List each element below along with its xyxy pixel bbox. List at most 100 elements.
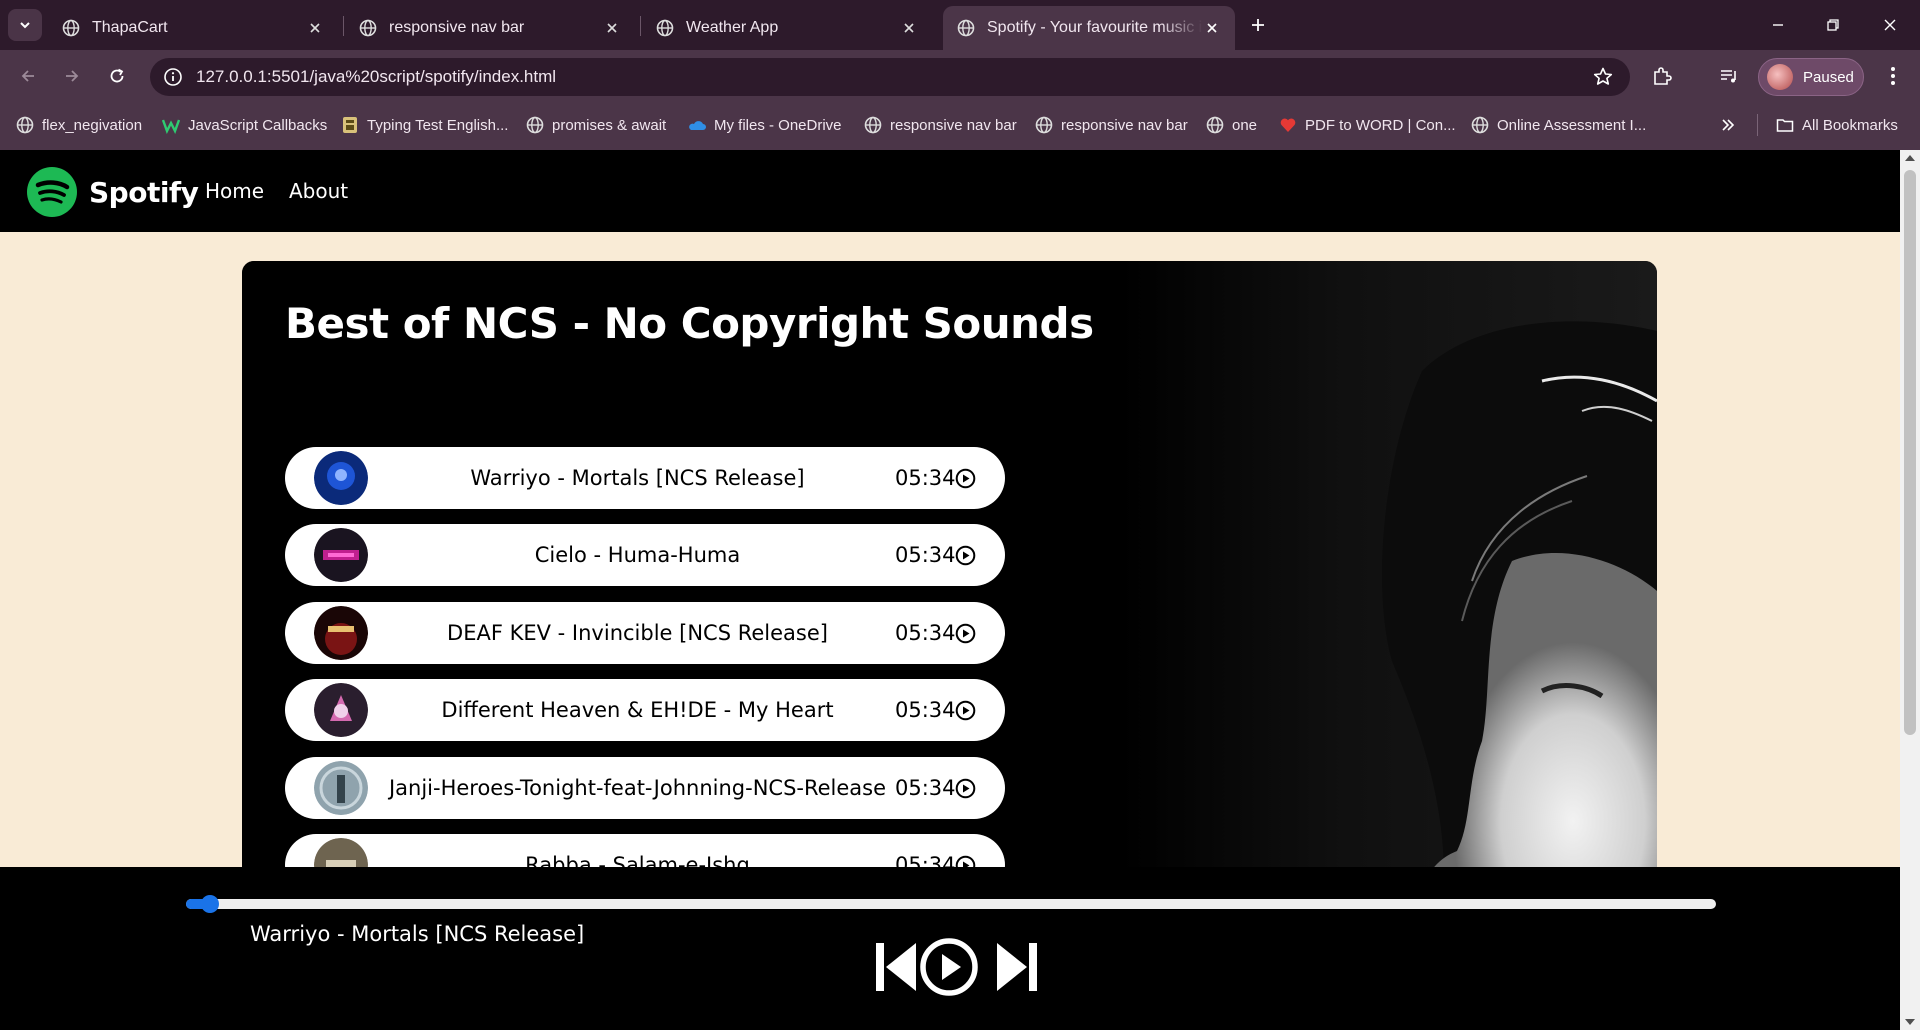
- extensions-button[interactable]: [1649, 63, 1675, 89]
- typing-test-icon: [343, 117, 357, 133]
- play-button-icon[interactable]: [919, 937, 979, 997]
- heart-icon: [1280, 118, 1296, 132]
- bookmark-item[interactable]: JavaScript Callbacks: [162, 100, 327, 150]
- tab-spotify[interactable]: Spotify - Your favourite music is here: [943, 6, 1235, 50]
- close-window-button[interactable]: [1877, 12, 1903, 38]
- reload-button[interactable]: [104, 63, 130, 89]
- onedrive-icon: [689, 121, 706, 130]
- scroll-down-arrow[interactable]: [1905, 1019, 1915, 1025]
- close-icon[interactable]: [306, 19, 324, 37]
- song-name: DEAF KEV - Invincible [NCS Release]: [447, 621, 828, 645]
- restore-icon: [1827, 19, 1839, 31]
- song-item[interactable]: Janji-Heroes-Tonight-feat-Johnning-NCS-R…: [285, 757, 1005, 819]
- browser-toolbar: 127.0.0.1:5501/java%20script/spotify/ind…: [0, 50, 1920, 100]
- bookmark-label: one: [1232, 116, 1258, 134]
- bookmark-item[interactable]: My files - OneDrive: [688, 100, 842, 150]
- url-text[interactable]: 127.0.0.1:5501/java%20script/spotify/ind…: [196, 58, 556, 96]
- plus-icon: [1252, 19, 1264, 31]
- bookmark-label: Online Assessment I...: [1497, 116, 1647, 134]
- play-circle-icon[interactable]: [955, 468, 976, 489]
- profile-button[interactable]: Paused: [1758, 58, 1864, 96]
- browser-menu-button[interactable]: [1880, 63, 1906, 89]
- song-item[interactable]: Warriyo - Mortals [NCS Release] 05:34: [285, 447, 1005, 509]
- tab-weather-app[interactable]: Weather App: [642, 6, 932, 50]
- bookmark-item[interactable]: one: [1206, 100, 1257, 150]
- bookmark-item[interactable]: PDF to WORD | Con...: [1279, 100, 1456, 150]
- arrow-right-icon: [66, 70, 79, 82]
- song-name: Warriyo - Mortals [NCS Release]: [470, 466, 805, 490]
- new-tab-button[interactable]: [1245, 12, 1271, 38]
- bookmark-label: Typing Test English...: [367, 116, 509, 134]
- bookmark-item[interactable]: Online Assessment I...: [1471, 100, 1646, 150]
- close-icon: [1884, 19, 1896, 31]
- media-controls-button[interactable]: [1716, 63, 1742, 89]
- tab-title: Spotify - Your favourite music is here: [987, 19, 1203, 36]
- song-item[interactable]: Cielo - Huma-Huma 05:34: [285, 524, 1005, 586]
- tab-thapacart[interactable]: ThapaCart: [48, 6, 338, 50]
- folder-icon: [1776, 119, 1794, 132]
- progress-slider[interactable]: [186, 895, 1716, 913]
- globe-icon: [62, 19, 80, 37]
- nav-home-link[interactable]: Home: [205, 150, 264, 232]
- globe-icon: [359, 19, 377, 37]
- song-duration: 05:34: [895, 621, 956, 645]
- star-icon[interactable]: [1592, 66, 1614, 88]
- site-info-icon[interactable]: [162, 66, 184, 88]
- tab-title: Weather App: [686, 19, 779, 36]
- play-circle-icon[interactable]: [955, 545, 976, 566]
- song-cover: [314, 606, 368, 660]
- bookmark-item[interactable]: promises & await: [526, 100, 666, 150]
- queue-music-icon: [1721, 70, 1736, 83]
- minimize-button[interactable]: [1765, 12, 1791, 38]
- progress-thumb[interactable]: [201, 895, 220, 913]
- close-icon[interactable]: [603, 19, 621, 37]
- close-icon[interactable]: [1203, 19, 1221, 37]
- bookmark-label: JavaScript Callbacks: [188, 116, 328, 134]
- bookmark-item[interactable]: responsive nav bar: [1035, 100, 1188, 150]
- player-bar: Warriyo - Mortals [NCS Release]: [0, 867, 1900, 1030]
- scroll-up-arrow[interactable]: [1905, 155, 1915, 161]
- song-cover: [314, 528, 368, 582]
- address-bar[interactable]: 127.0.0.1:5501/java%20script/spotify/ind…: [150, 58, 1630, 96]
- song-item[interactable]: Different Heaven & EH!DE - My Heart 05:3…: [285, 679, 1005, 741]
- bookmark-label: responsive nav bar: [1061, 116, 1188, 134]
- song-cover: [314, 761, 368, 815]
- bookmark-item[interactable]: responsive nav bar: [864, 100, 1017, 150]
- all-bookmarks-button[interactable]: All Bookmarks: [1776, 100, 1898, 150]
- globe-icon: [656, 19, 674, 37]
- puzzle-icon: [1654, 67, 1672, 85]
- double-chevron-right-icon: [1722, 119, 1735, 131]
- back-button[interactable]: [15, 63, 41, 89]
- song-duration: 05:34: [895, 543, 956, 567]
- play-circle-icon[interactable]: [955, 623, 976, 644]
- bookmark-item[interactable]: Typing Test English...: [341, 100, 508, 150]
- browser-tab-strip: ThapaCart responsive nav bar Weather App…: [0, 0, 1920, 50]
- play-circle-icon[interactable]: [955, 778, 976, 799]
- next-track-icon[interactable]: [987, 937, 1047, 997]
- globe-icon: [526, 116, 544, 134]
- playlist-container: Best of NCS - No Copyright Sounds Warriy…: [242, 261, 1657, 911]
- page-viewport: Spotify Home About Best of NCS - No Copy…: [0, 150, 1900, 1030]
- song-item[interactable]: DEAF KEV - Invincible [NCS Release] 05:3…: [285, 602, 1005, 664]
- tab-search-button[interactable]: [8, 9, 42, 41]
- playlist-title: Best of NCS - No Copyright Sounds: [285, 299, 1094, 348]
- page-scrollbar[interactable]: [1900, 150, 1920, 1030]
- nav-about-link[interactable]: About: [289, 150, 348, 232]
- tab-responsive-nav-bar[interactable]: responsive nav bar: [345, 6, 635, 50]
- close-icon[interactable]: [900, 19, 918, 37]
- more-bookmarks-button[interactable]: [1716, 113, 1740, 137]
- song-name: Cielo - Huma-Huma: [534, 543, 741, 567]
- minimize-icon: [1773, 24, 1783, 26]
- previous-track-icon[interactable]: [866, 937, 926, 997]
- avatar: [1767, 64, 1793, 90]
- forward-button[interactable]: [59, 63, 85, 89]
- globe-icon: [1471, 116, 1489, 134]
- scrollbar-thumb[interactable]: [1904, 170, 1916, 735]
- song-cover: [314, 451, 368, 505]
- play-circle-icon[interactable]: [955, 700, 976, 721]
- restore-button[interactable]: [1820, 12, 1846, 38]
- brand[interactable]: Spotify: [27, 167, 199, 217]
- song-duration: 05:34: [895, 698, 956, 722]
- bookmark-item[interactable]: flex_negivation: [16, 100, 142, 150]
- song-cover: [314, 683, 368, 737]
